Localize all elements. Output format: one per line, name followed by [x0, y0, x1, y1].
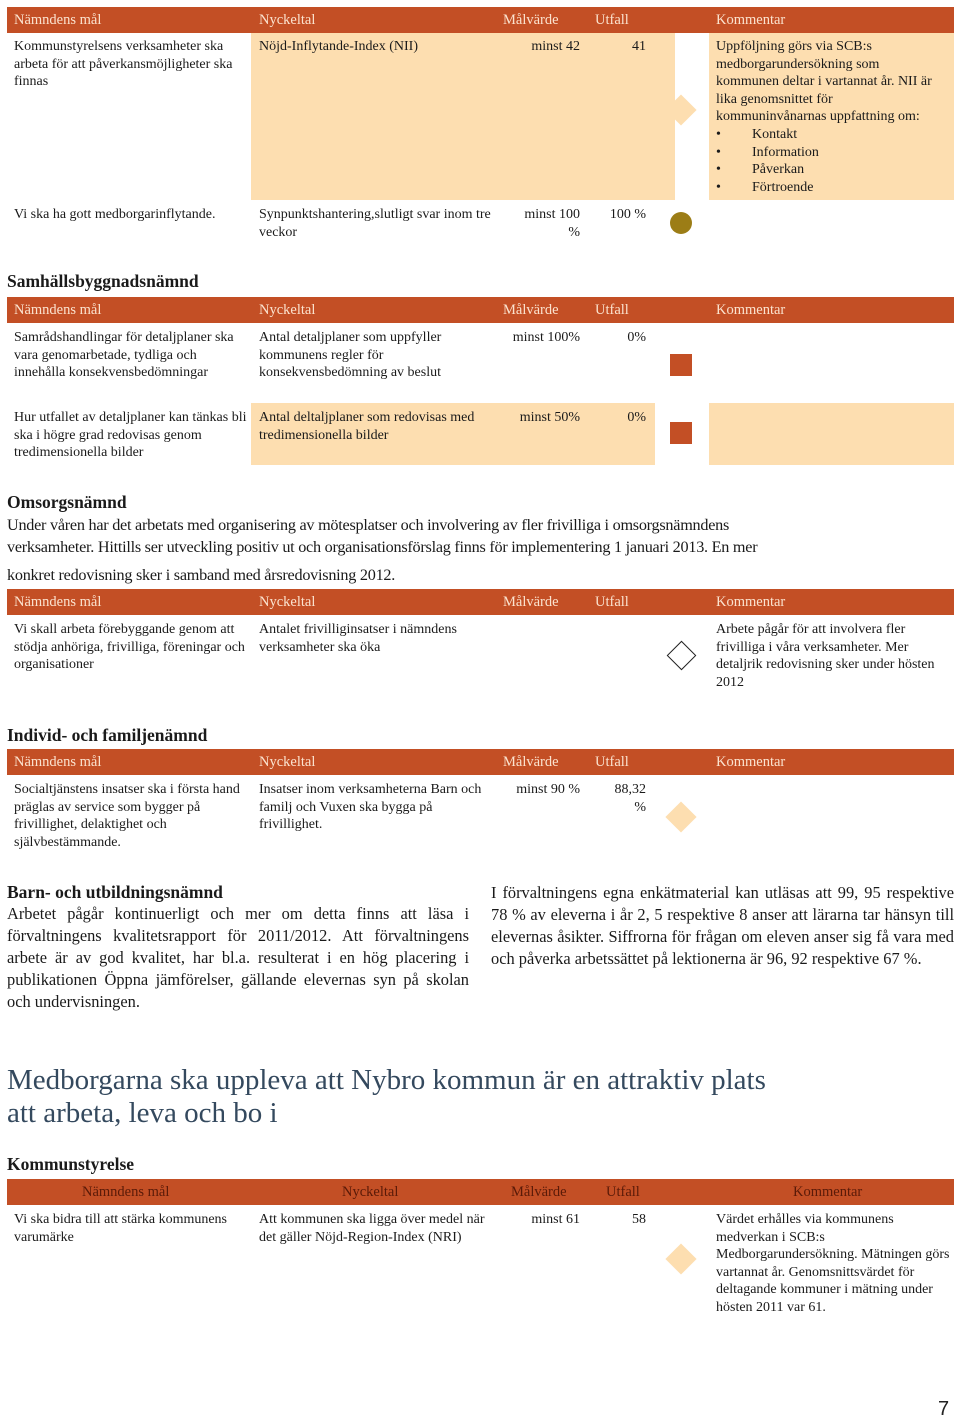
- goal-cell: Socialtjänstens insatser ska i första ha…: [14, 782, 240, 850]
- indicator-cell: Antalet frivilliginsatser i nämndens ver…: [259, 622, 457, 655]
- comment-bullets: Kontakt Information Påverkan Förtroende: [716, 126, 954, 196]
- comment-text: Uppföljning görs via SCB:s medborgarunde…: [716, 39, 932, 125]
- indicator-cell: Nöjd-Inflytande-Index (NII): [259, 39, 418, 54]
- paragraph-line: Under våren har det arbetats med organis…: [7, 516, 730, 534]
- target-cell: minst 61: [531, 1212, 580, 1227]
- col-goal: Nämndens mål: [14, 12, 102, 28]
- section-heading: Individ- och familjenämnd: [7, 725, 208, 745]
- page-section-title: Medborgarna ska uppleva att Nybro kommun…: [7, 1064, 766, 1130]
- comment-cell: Arbete pågår för att involvera fler friv…: [716, 622, 935, 690]
- bullet-item: Kontakt: [716, 126, 954, 144]
- col-outcome: Utfall: [595, 12, 629, 28]
- paragraph-line: konkret redovisning sker i samband med å…: [7, 566, 396, 584]
- section-heading: Omsorgsnämnd: [7, 492, 127, 512]
- goal-cell: Vi skall arbeta förebyggande genom att s…: [14, 622, 245, 673]
- row-band: [251, 33, 675, 200]
- title-line: att arbeta, leva och bo i: [7, 1097, 278, 1129]
- target-cell: minst 100%: [512, 330, 580, 345]
- goal-cell: Vi ska bidra till att stärka kommunens v…: [14, 1212, 228, 1245]
- outcome-cell: 0%: [627, 330, 646, 345]
- col-goal: Nämndens mål: [14, 754, 102, 770]
- col-goal: Nämndens mål: [14, 594, 102, 610]
- col-target: Målvärde: [503, 302, 559, 318]
- indicator-cell: Insatser inom verksamheterna Barn och fa…: [259, 782, 482, 833]
- col-outcome: Utfall: [595, 754, 629, 770]
- section-paragraph: Under våren har det arbetats med organis…: [7, 514, 957, 586]
- col-indicator: Nyckeltal: [259, 12, 316, 28]
- col-comment: Kommentar: [716, 12, 786, 28]
- comment-cell: Värdet erhålles via kommunens medverkan …: [716, 1212, 950, 1315]
- goal-cell: Kommunstyrelsens verksamheter ska arbeta…: [14, 39, 233, 90]
- outcome-cell: 0%: [627, 410, 646, 425]
- title-line: Medborgarna ska uppleva att Nybro kommun…: [7, 1064, 766, 1096]
- col-comment: Kommentar: [716, 594, 786, 610]
- goal-cell: Samrådshandlingar för detaljplaner ska v…: [14, 330, 234, 381]
- bullet-item: Påverkan: [716, 161, 954, 179]
- paragraph-line: verksamheter. Hittills ser utveckling po…: [7, 538, 758, 556]
- table-header-row: Nämndens mål Nyckeltal Målvärde Utfall K…: [7, 7, 954, 33]
- col-indicator: Nyckeltal: [342, 1184, 399, 1200]
- target-cell: minst 100 %: [524, 207, 580, 240]
- indicator-cell: Att kommunen ska ligga över medel när de…: [259, 1212, 485, 1245]
- status-square-icon: [670, 354, 692, 376]
- col-indicator: Nyckeltal: [259, 302, 316, 318]
- col-target: Målvärde: [503, 12, 559, 28]
- table-header-row: Nämndens mål Nyckeltal Målvärde Utfall K…: [7, 749, 954, 775]
- col-goal: Nämndens mål: [14, 302, 102, 318]
- target-cell: minst 90 %: [516, 782, 580, 797]
- table-header-row: Nämndens mål Nyckeltal Målvärde Utfall K…: [7, 1179, 954, 1205]
- barn-left-paragraph: Arbetet pågår kontinuerligt och mer om d…: [7, 904, 469, 1011]
- col-comment: Kommentar: [793, 1184, 863, 1200]
- col-target: Målvärde: [503, 594, 559, 610]
- target-cell: minst 50%: [519, 410, 580, 425]
- barn-right-paragraph: I förvaltningens egna enkätmaterial kan …: [491, 883, 954, 968]
- status-diamond-icon: [665, 801, 697, 833]
- col-indicator: Nyckeltal: [259, 754, 316, 770]
- col-comment: Kommentar: [716, 302, 786, 318]
- table-header-row: Nämndens mål Nyckeltal Målvärde Utfall K…: [7, 589, 954, 615]
- outcome-cell: 41: [632, 39, 646, 54]
- col-outcome: Utfall: [595, 594, 629, 610]
- table-header-row: Nämndens mål Nyckeltal Målvärde Utfall K…: [7, 297, 954, 323]
- goal-cell: Vi ska ha gott medborgarinflytande.: [14, 207, 216, 222]
- status-diamond-icon: [665, 1243, 697, 1275]
- target-cell: minst 42: [531, 39, 580, 54]
- col-indicator: Nyckeltal: [259, 594, 316, 610]
- section-heading: Samhällsbyggnadsnämnd: [7, 271, 199, 291]
- comment-cell: [709, 403, 954, 465]
- section-heading: Kommunstyrelse: [7, 1154, 135, 1174]
- outcome-cell: 58: [632, 1212, 646, 1227]
- indicator-cell: Synpunktshantering,slutligt svar inom tr…: [259, 207, 491, 240]
- status-diamond-outline-icon: [666, 640, 697, 671]
- bullet-item: Förtroende: [716, 179, 954, 197]
- bullet-item: Information: [716, 144, 954, 162]
- col-target: Målvärde: [503, 754, 559, 770]
- section-heading: Barn- och utbildningsnämnd: [7, 882, 223, 902]
- page-number: 7: [938, 1398, 950, 1420]
- status-square-icon: [670, 422, 692, 444]
- col-outcome: Utfall: [595, 302, 629, 318]
- comment-cell: Uppföljning görs via SCB:s medborgarunde…: [709, 33, 954, 200]
- outcome-cell: 88,32 %: [614, 782, 647, 815]
- indicator-cell: Antal deltaljplaner som redovisas med tr…: [259, 410, 475, 443]
- col-goal: Nämndens mål: [82, 1184, 170, 1200]
- col-target: Målvärde: [511, 1184, 567, 1200]
- col-outcome: Utfall: [606, 1184, 640, 1200]
- col-comment: Kommentar: [716, 754, 786, 770]
- outcome-cell: 100 %: [609, 207, 646, 222]
- status-circle-icon: [670, 212, 692, 234]
- indicator-cell: Antal detaljplaner som uppfyller kommune…: [259, 330, 442, 381]
- goal-cell: Hur utfallet av detaljplaner kan tänkas …: [14, 410, 247, 461]
